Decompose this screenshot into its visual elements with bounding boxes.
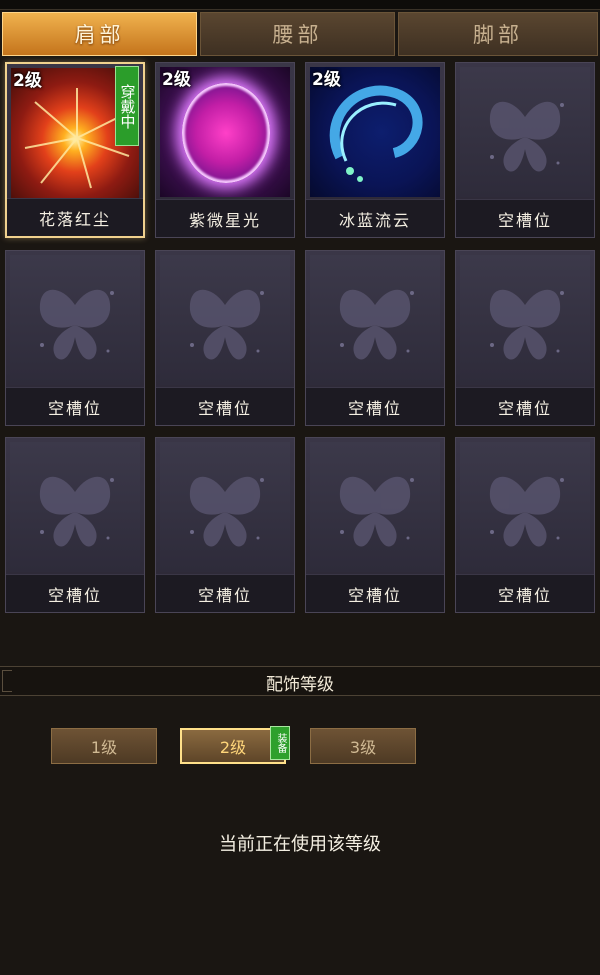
slot-name: 花落红尘 (7, 198, 143, 236)
slot-level: 2级 (162, 70, 191, 90)
empty-slot-art (460, 442, 590, 572)
tab-shoulder[interactable]: 肩部 (2, 12, 197, 56)
level-1-button[interactable]: 1级 (51, 728, 157, 764)
accessory-slot[interactable]: 空槽位 (155, 250, 295, 426)
empty-slot-butterfly-icon (489, 101, 564, 172)
accessory-slot[interactable]: 空槽位 (305, 250, 445, 426)
slot-name: 空槽位 (156, 387, 294, 425)
slot-name: 紫微星光 (156, 199, 294, 237)
level-3-label: 3级 (349, 738, 377, 757)
slot-name: 空槽位 (306, 387, 444, 425)
level-1-label: 1级 (90, 738, 118, 757)
empty-slot-art (310, 442, 440, 572)
accessory-slot[interactable]: 2级 穿戴中花落红尘 (5, 62, 145, 238)
empty-slot-art (10, 442, 140, 572)
wearing-badge: 穿戴中 (115, 66, 139, 146)
accessory-slot[interactable]: 2级冰蓝流云 (305, 62, 445, 238)
slot-name: 空槽位 (156, 574, 294, 612)
slot-name: 空槽位 (6, 387, 144, 425)
accessory-slot[interactable]: 空槽位 (5, 437, 145, 613)
empty-slot-art (310, 255, 440, 385)
empty-slot-butterfly-icon (339, 476, 414, 547)
accessory-slot[interactable]: 空槽位 (305, 437, 445, 613)
slot-name: 空槽位 (306, 574, 444, 612)
slot-name: 空槽位 (456, 574, 594, 612)
empty-slot-art (460, 67, 590, 197)
empty-slot-art (460, 255, 590, 385)
status-text: 当前正在使用该等级 (219, 834, 381, 855)
slot-level: 2级 (312, 70, 341, 90)
slot-name: 空槽位 (456, 387, 594, 425)
empty-slot-butterfly-icon (189, 476, 264, 547)
accessory-slot[interactable]: 2级紫微星光 (155, 62, 295, 238)
section-title: 配饰等级 (266, 674, 334, 695)
body-part-tabs: 肩部 腰部 脚部 (0, 12, 600, 58)
accessory-slot[interactable]: 空槽位 (455, 437, 595, 613)
accessory-slot[interactable]: 空槽位 (455, 250, 595, 426)
empty-slot-butterfly-icon (339, 289, 414, 360)
empty-slot-art (10, 255, 140, 385)
empty-slot-butterfly-icon (39, 289, 114, 360)
top-frame (0, 0, 600, 10)
empty-slot-butterfly-icon (489, 289, 564, 360)
accessory-level-header: 配饰等级 (0, 666, 600, 696)
tab-waist[interactable]: 腰部 (200, 12, 395, 56)
empty-slot-butterfly-icon (189, 289, 264, 360)
empty-slot-art (160, 255, 290, 385)
level-2-button[interactable]: 2级 装备 (180, 726, 290, 764)
empty-slot-butterfly-icon (39, 476, 114, 547)
accessory-slot[interactable]: 空槽位 (5, 250, 145, 426)
level-3-button[interactable]: 3级 (310, 728, 416, 764)
accessory-slot[interactable]: 空槽位 (455, 62, 595, 238)
tab-feet[interactable]: 脚部 (398, 12, 598, 56)
accessory-slot[interactable]: 空槽位 (155, 437, 295, 613)
empty-slot-butterfly-icon (489, 476, 564, 547)
slot-name: 空槽位 (456, 199, 594, 237)
empty-slot-art (160, 442, 290, 572)
equipped-badge: 装备 (270, 726, 290, 760)
slot-level: 2级 (13, 71, 42, 91)
slot-name: 空槽位 (6, 574, 144, 612)
level-2-label: 2级 (219, 738, 247, 757)
slot-name: 冰蓝流云 (306, 199, 444, 237)
